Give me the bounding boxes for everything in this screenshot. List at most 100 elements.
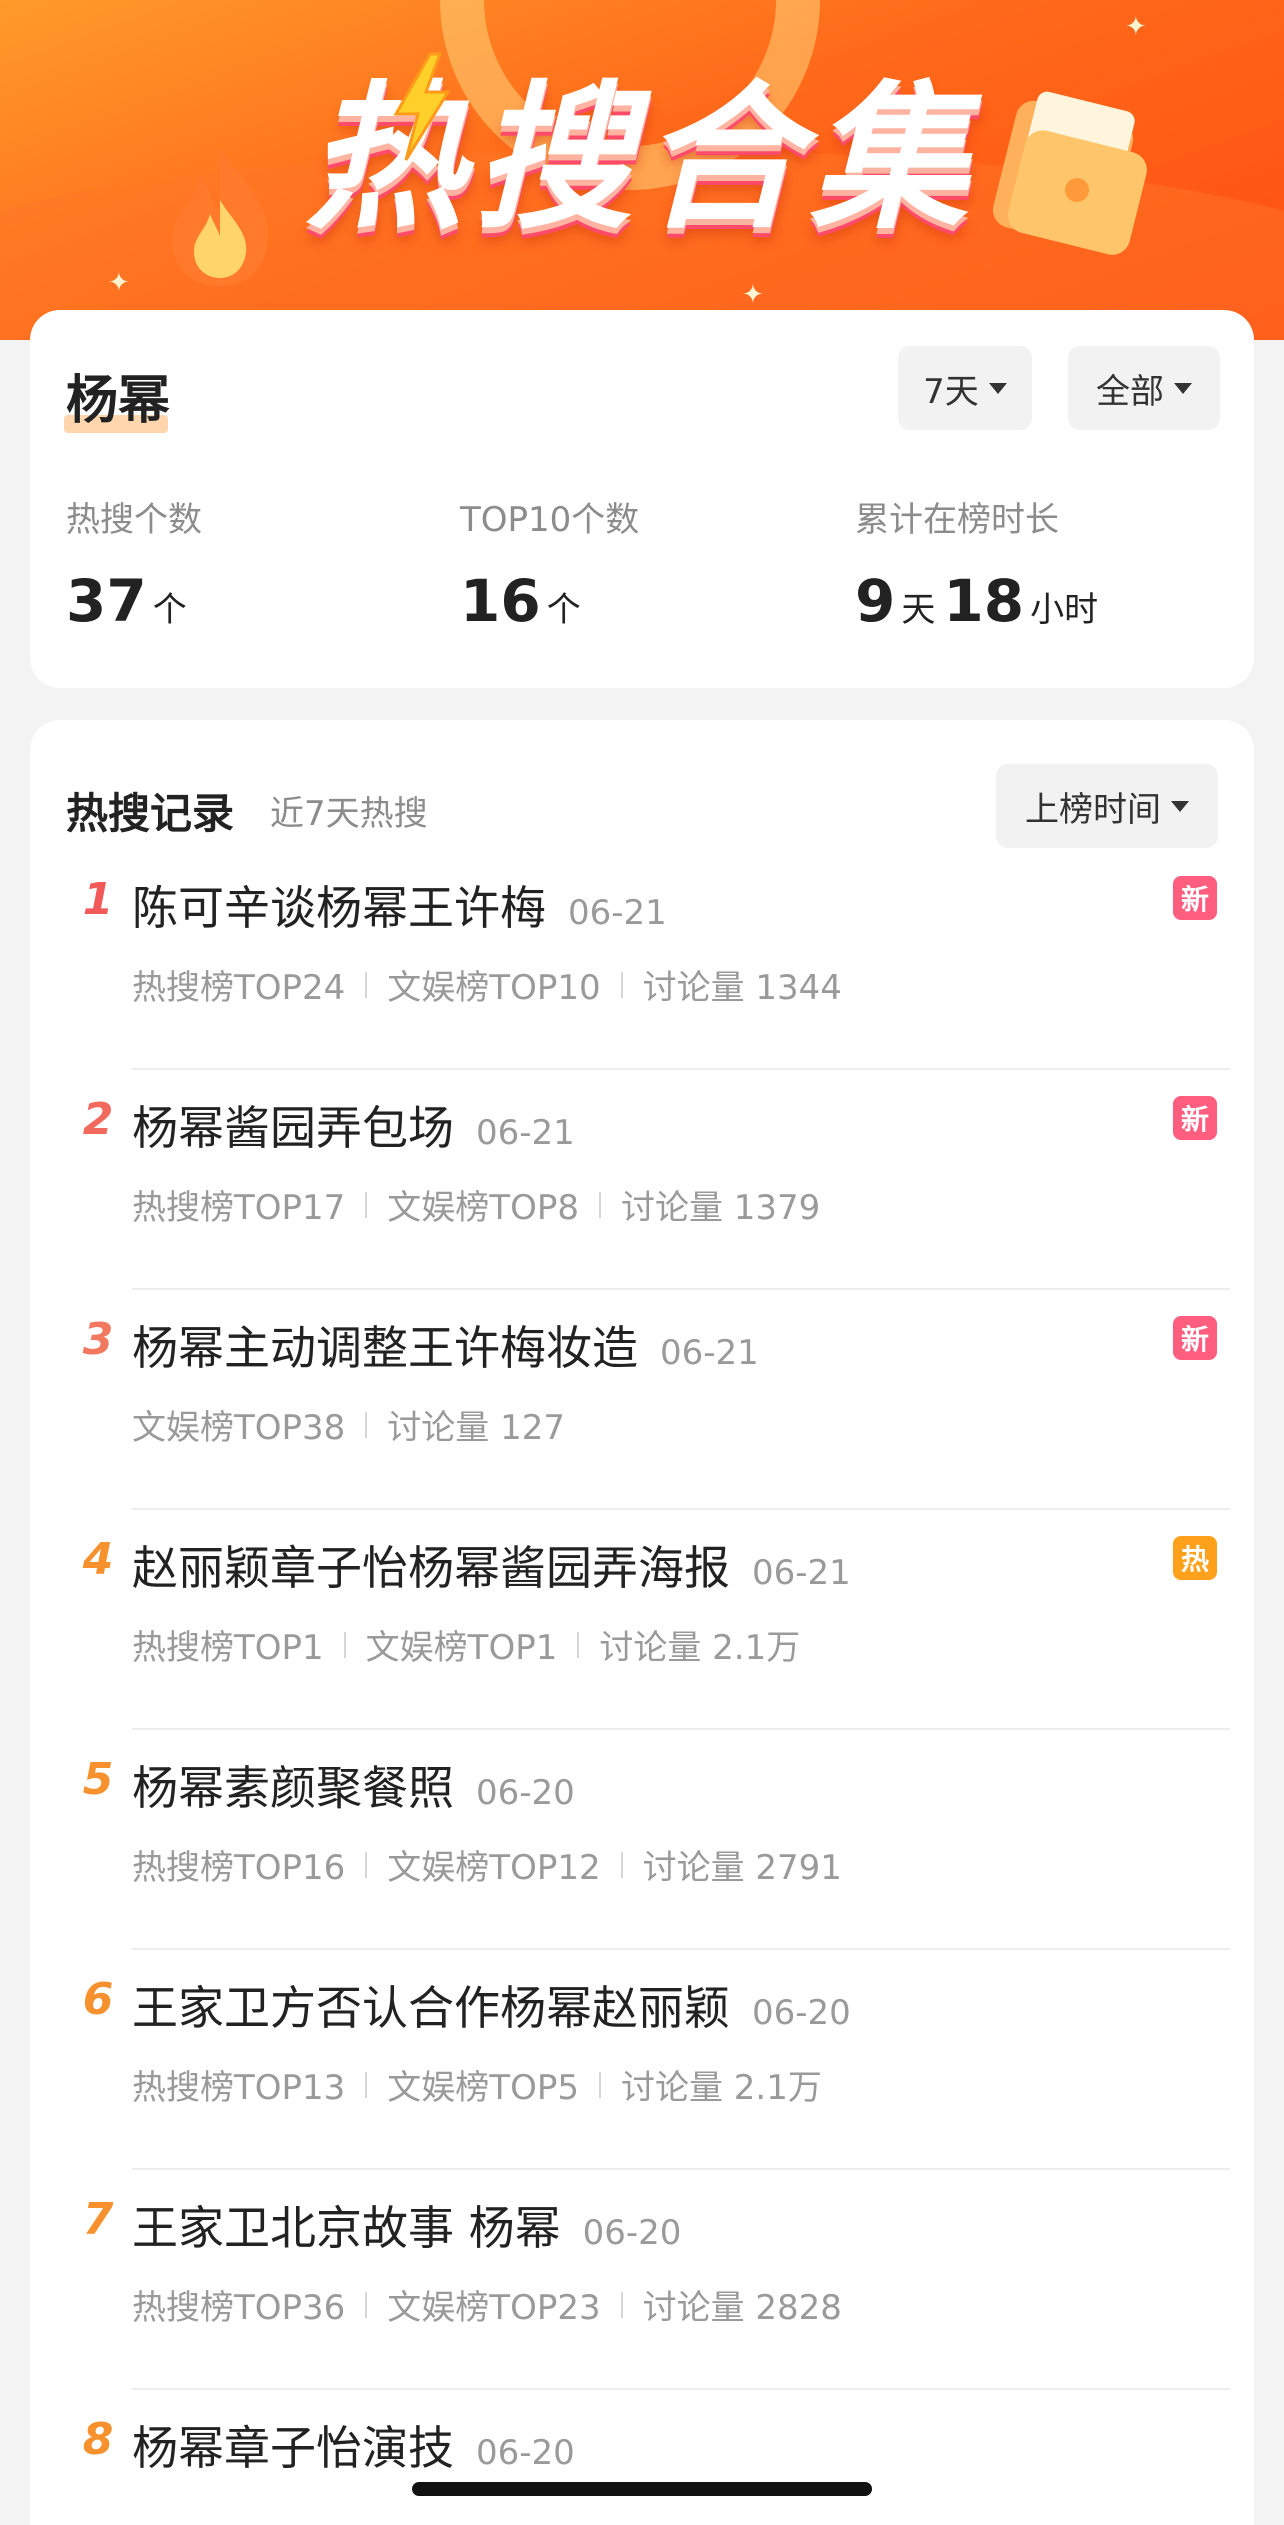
item-title: 王家卫方否认合作杨幂赵丽颖 (132, 1981, 730, 2035)
list-item[interactable]: 7 王家卫北京故事 杨幂 06-20 热搜榜TOP36 文娱榜TOP23 讨论量 2828 (30, 2170, 1254, 2390)
item-meta: 热搜榜TOP24 文娱榜TOP10 讨论量 1344 (132, 960, 842, 1009)
item-date: 06-20 (476, 2433, 575, 2473)
meta-value: 文娱榜TOP12 (387, 1848, 601, 1888)
meta-value: 热搜榜TOP1 (132, 1628, 324, 1668)
caret-down-icon (1171, 800, 1189, 812)
meta-separator (598, 1191, 601, 1218)
stat-days-unit: 天 (901, 590, 936, 630)
item-title: 杨幂酱园弄包场 (132, 1101, 454, 1155)
stat-label: TOP10个数 (460, 500, 640, 540)
new-badge: 新 (1173, 1316, 1217, 1360)
rank-number: 3 (82, 1314, 114, 1365)
rank-number: 1 (82, 874, 114, 925)
meta-separator (365, 1411, 368, 1438)
meta-value: 文娱榜TOP23 (387, 2288, 601, 2328)
section-subtitle: 近7天热搜 (270, 794, 428, 834)
item-meta: 热搜榜TOP13 文娱榜TOP5 讨论量 2.1万 (132, 2060, 822, 2109)
meta-value: 讨论量 2791 (642, 1848, 842, 1888)
meta-separator (598, 2071, 601, 2098)
rank-number: 6 (82, 1974, 114, 2025)
meta-separator (620, 2291, 623, 2318)
meta-value: 讨论量 1344 (642, 968, 842, 1008)
stat-top10-count: TOP10个数 16 个 (460, 492, 639, 635)
stat-hot-search-count: 热搜个数 37 个 (66, 492, 202, 635)
list-item[interactable]: 3 杨幂主动调整王许梅妆造 06-21 文娱榜TOP38 讨论量 127 新 (30, 1290, 1254, 1510)
item-date: 06-21 (660, 1333, 759, 1373)
item-title: 杨幂素颜聚餐照 (132, 1761, 454, 1815)
stat-label: 热搜个数 (66, 500, 202, 540)
item-title: 王家卫北京故事 杨幂 (132, 2201, 561, 2255)
meta-separator (343, 1631, 346, 1658)
meta-value: 热搜榜TOP17 (132, 1188, 346, 1228)
meta-separator (577, 1631, 580, 1658)
meta-value: 讨论量 1379 (620, 1188, 821, 1228)
scope-filter-label: 全部 (1096, 371, 1164, 412)
stat-value: 37 (66, 567, 147, 635)
stat-hours-unit: 小时 (1030, 590, 1099, 630)
days-filter-label: 7天 (923, 371, 979, 412)
item-date: 06-20 (476, 1773, 575, 1813)
meta-value: 讨论量 127 (387, 1408, 565, 1448)
meta-value: 讨论量 2.1万 (599, 1628, 801, 1668)
meta-value: 讨论量 2.1万 (620, 2068, 822, 2108)
item-meta: 热搜榜TOP16 文娱榜TOP12 讨论量 2791 (132, 1840, 842, 1889)
list-item[interactable]: 8 杨幂章子怡演技 06-20 (30, 2390, 1254, 2525)
item-meta: 热搜榜TOP1 文娱榜TOP1 讨论量 2.1万 (132, 1620, 800, 1669)
rank-number: 8 (82, 2414, 114, 2465)
stat-unit: 个 (546, 590, 581, 630)
caret-down-icon (988, 382, 1007, 394)
meta-value: 讨论量 2828 (642, 2288, 842, 2328)
list-item[interactable]: 2 杨幂酱园弄包场 06-21 热搜榜TOP17 文娱榜TOP8 讨论量 1379 新 (30, 1070, 1254, 1290)
hot-search-records-card: 热搜记录 近7天热搜 上榜时间 1 陈可辛谈杨幂王许梅 06-21 热搜榜TOP24 文… (30, 720, 1254, 2525)
meta-value: 文娱榜TOP8 (387, 1188, 579, 1228)
meta-separator (620, 971, 623, 998)
meta-value: 文娱榜TOP10 (387, 968, 601, 1008)
stat-total-duration: 累计在榜时长 9 天 18 小时 (855, 492, 1106, 635)
item-date: 06-20 (582, 2213, 682, 2253)
stat-value: 16 (460, 567, 541, 635)
sparkle-icon: ✦ (742, 280, 764, 310)
meta-value: 文娱榜TOP1 (365, 1628, 558, 1668)
meta-separator (365, 1851, 368, 1878)
meta-separator (620, 1851, 623, 1878)
new-badge: 新 (1173, 1096, 1217, 1140)
list-item[interactable]: 6 王家卫方否认合作杨幂赵丽颖 06-20 热搜榜TOP13 文娱榜TOP5 讨论量 2.… (30, 1950, 1254, 2170)
list-item[interactable]: 1 陈可辛谈杨幂王许梅 06-21 热搜榜TOP24 文娱榜TOP10 讨论量 1344 新 (30, 850, 1254, 1070)
item-date: 06-21 (476, 1113, 575, 1153)
meta-separator (365, 2071, 368, 2098)
section-title: 热搜记录 (66, 789, 235, 838)
item-date: 06-21 (752, 1553, 851, 1593)
list-item[interactable]: 5 杨幂素颜聚餐照 06-20 热搜榜TOP16 文娱榜TOP12 讨论量 2791 (30, 1730, 1254, 1950)
meta-value: 热搜榜TOP13 (132, 2068, 346, 2108)
sort-label: 上榜时间 (1025, 789, 1161, 830)
meta-separator (365, 971, 368, 998)
stat-hours-value: 18 (943, 567, 1025, 635)
item-title: 陈可辛谈杨幂王许梅 (132, 881, 546, 935)
profile-summary-card: 杨幂 7天 全部 热搜个数 37 个 TOP10个数 16 个 累计在榜时长 9天1… (30, 310, 1254, 688)
rank-number: 4 (82, 1534, 114, 1585)
caret-down-icon (1174, 382, 1192, 394)
rank-number: 7 (82, 2194, 114, 2245)
item-meta: 热搜榜TOP36 文娱榜TOP23 讨论量 2828 (132, 2280, 842, 2329)
item-date: 06-20 (752, 1993, 851, 2033)
item-title: 赵丽颖章子怡杨幂酱园弄海报 (132, 1541, 730, 1595)
days-filter-dropdown[interactable]: 7天 (898, 346, 1032, 430)
item-title: 杨幂主动调整王许梅妆造 (132, 1321, 638, 1375)
stat-unit: 个 (152, 590, 187, 630)
meta-value: 热搜榜TOP24 (132, 968, 346, 1008)
item-meta: 热搜榜TOP17 文娱榜TOP8 讨论量 1379 (132, 1180, 820, 1229)
stat-days-value: 9 (855, 567, 896, 635)
page-title: 杨幂 (66, 371, 171, 431)
banner: ✦ ✦ ✦ 热搜合集 (0, 0, 1284, 340)
scope-filter-dropdown[interactable]: 全部 (1068, 346, 1220, 430)
rank-number: 5 (82, 1754, 114, 1805)
meta-value: 文娱榜TOP5 (387, 2068, 579, 2108)
item-date: 06-21 (568, 893, 667, 933)
hot-badge: 热 (1173, 1536, 1217, 1580)
sort-dropdown[interactable]: 上榜时间 (996, 764, 1218, 848)
item-title: 杨幂章子怡演技 (132, 2421, 454, 2475)
meta-separator (365, 2291, 368, 2318)
list-item[interactable]: 4 赵丽颖章子怡杨幂酱园弄海报 06-21 热搜榜TOP1 文娱榜TOP1 讨论量 2.1… (30, 1510, 1254, 1730)
meta-value: 文娱榜TOP38 (132, 1408, 346, 1448)
sparkle-icon: ✦ (108, 268, 130, 298)
